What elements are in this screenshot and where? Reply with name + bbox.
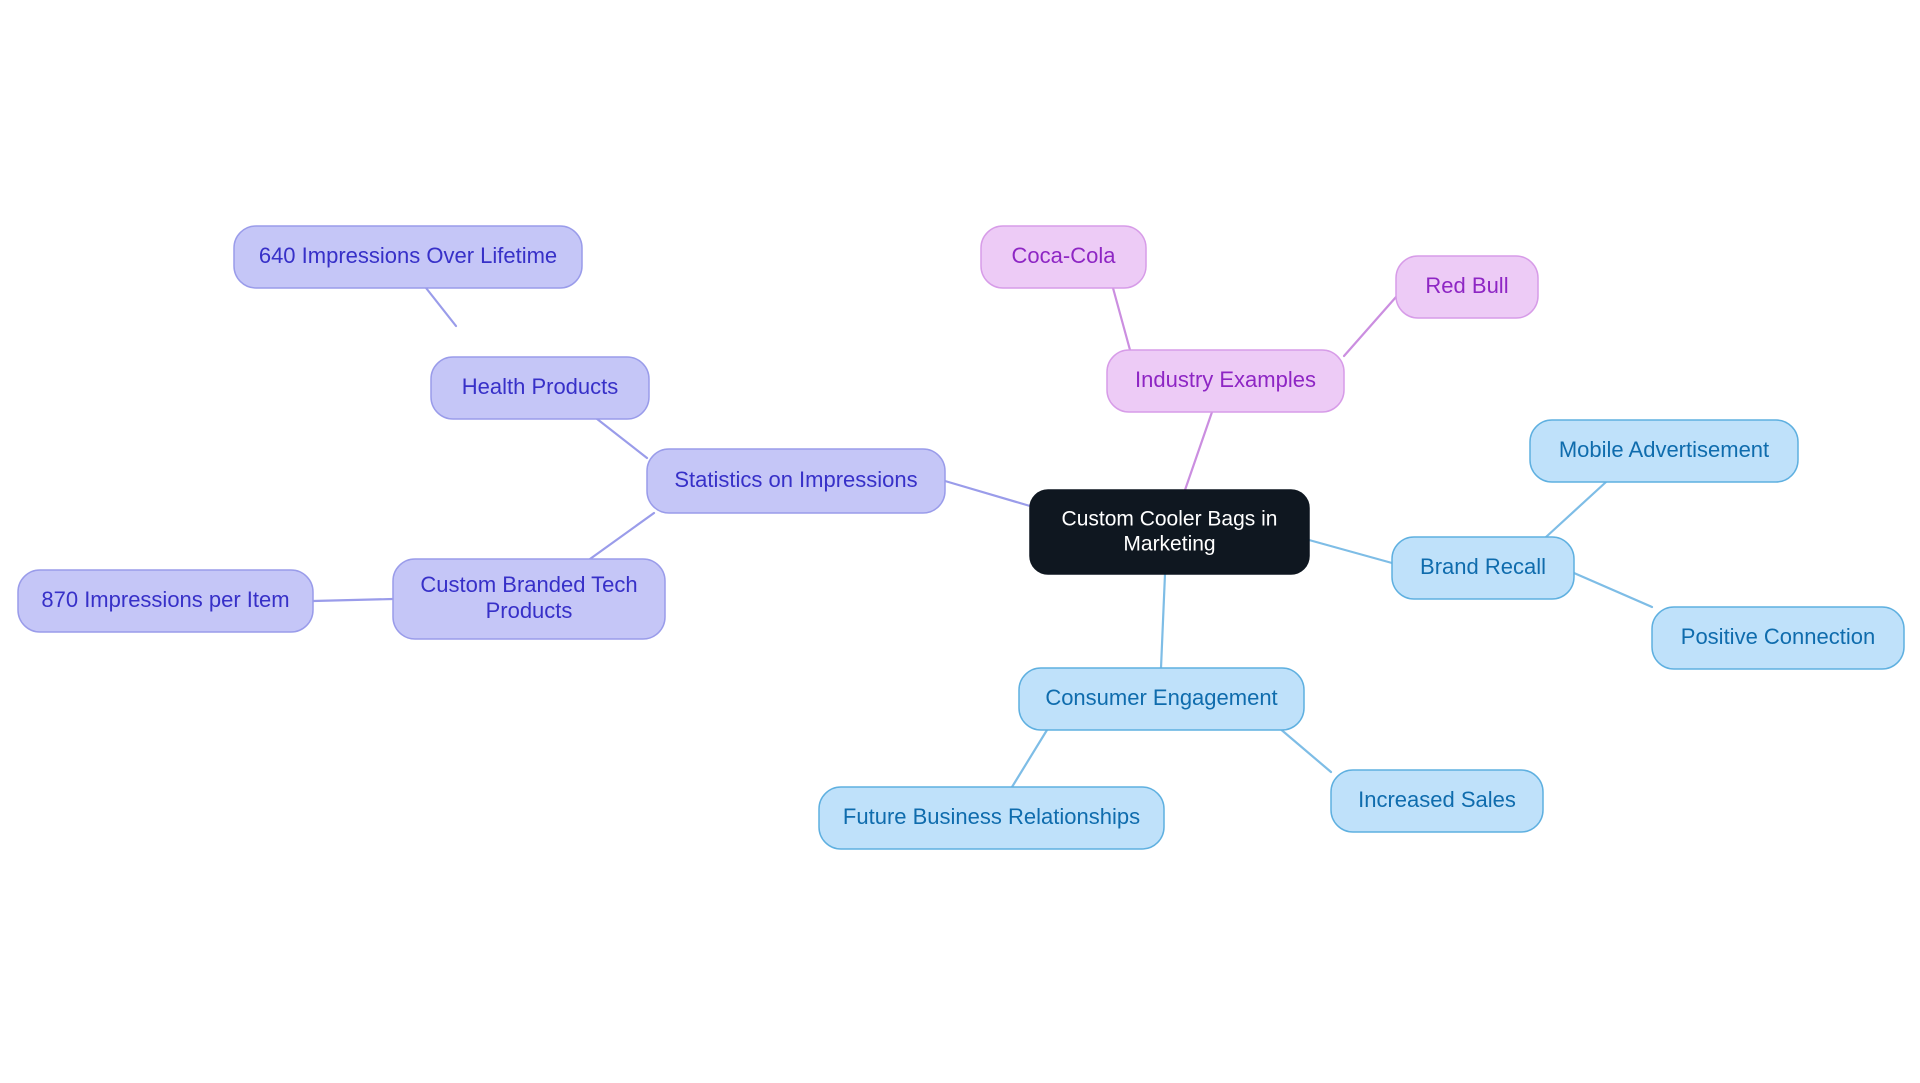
node-label-future-business-relationships: Future Business Relationships (843, 804, 1140, 829)
node-custom-branded-tech[interactable]: Custom Branded Tech Products (392, 558, 666, 640)
node-label-line: Increased Sales (1358, 787, 1516, 812)
node-label-industry-examples: Industry Examples (1135, 367, 1316, 392)
node-industry-examples[interactable]: Industry Examples (1106, 349, 1345, 413)
nodes-layer: Custom Cooler Bags in Marketing Statistics… (17, 225, 1905, 850)
edge-brand-positive (1572, 571, 1654, 609)
node-impressions-640[interactable]: 640 Impressions Over Lifetime (233, 225, 583, 289)
node-label-line: Custom Branded Tech (420, 572, 637, 597)
edge-industry-redbull (1342, 295, 1398, 358)
node-consumer-engagement[interactable]: Consumer Engagement (1018, 667, 1305, 731)
node-label-line: Custom Cooler Bags in (1062, 507, 1278, 530)
node-label-line: 640 Impressions Over Lifetime (259, 243, 557, 268)
node-label-line: Industry Examples (1135, 367, 1316, 392)
node-health-products[interactable]: Health Products (430, 356, 650, 420)
node-mobile-advertisement[interactable]: Mobile Advertisement (1529, 419, 1799, 483)
edges-layer (311, 258, 1654, 789)
node-label-line: Consumer Engagement (1045, 685, 1277, 710)
mindmap-canvas: Custom Cooler Bags in Marketing Statistics… (0, 0, 1920, 1083)
edge-root-brand (1307, 538, 1394, 565)
edge-root-consumer (1159, 572, 1167, 670)
node-label-line: Red Bull (1425, 273, 1508, 298)
node-statistics[interactable]: Statistics on Impressions (646, 448, 946, 514)
edge-statistics-tech (588, 511, 656, 561)
node-label-mobile-advertisement: Mobile Advertisement (1559, 437, 1769, 462)
edge-root-statistics (943, 479, 1032, 508)
node-label-line: Products (486, 598, 573, 623)
node-label-brand-recall: Brand Recall (1420, 554, 1546, 579)
edge-consumer-future (1010, 728, 1049, 789)
node-increased-sales[interactable]: Increased Sales (1330, 769, 1544, 833)
node-label-line: Mobile Advertisement (1559, 437, 1769, 462)
node-label-red-bull: Red Bull (1425, 273, 1508, 298)
node-label-line: Brand Recall (1420, 554, 1546, 579)
node-root[interactable]: Custom Cooler Bags in Marketing (1029, 489, 1310, 575)
node-label-line: Coca-Cola (1012, 243, 1117, 268)
edge-consumer-sales (1276, 725, 1333, 774)
node-impressions-870[interactable]: 870 Impressions per Item (17, 569, 314, 633)
node-label-positive-connection: Positive Connection (1681, 624, 1875, 649)
node-label-line: Health Products (462, 374, 619, 399)
node-label-coca-cola: Coca-Cola (1012, 243, 1117, 268)
node-label-health-products: Health Products (462, 374, 619, 399)
edge-root-industry (1183, 410, 1214, 492)
node-label-line: Future Business Relationships (843, 804, 1140, 829)
node-label-statistics: Statistics on Impressions (674, 467, 917, 492)
node-label-line: 870 Impressions per Item (41, 587, 289, 612)
node-label-increased-sales: Increased Sales (1358, 787, 1516, 812)
node-label-line: Statistics on Impressions (674, 467, 917, 492)
node-red-bull[interactable]: Red Bull (1395, 255, 1539, 319)
node-label-consumer-engagement: Consumer Engagement (1045, 685, 1277, 710)
edge-industry-coca (1111, 286, 1132, 352)
node-label-impressions-640: 640 Impressions Over Lifetime (259, 243, 557, 268)
node-brand-recall[interactable]: Brand Recall (1391, 536, 1575, 600)
edge-brand-mobile (1544, 480, 1608, 539)
node-label-impressions-870: 870 Impressions per Item (41, 587, 289, 612)
node-label-line: Marketing (1123, 532, 1215, 555)
node-coca-cola[interactable]: Coca-Cola (980, 225, 1147, 289)
node-positive-connection[interactable]: Positive Connection (1651, 606, 1905, 670)
mindmap-svg: Custom Cooler Bags in Marketing Statistics… (17, 225, 1905, 850)
node-label-line: Positive Connection (1681, 624, 1875, 649)
edge-tech-870 (311, 597, 395, 603)
node-future-business-relationships[interactable]: Future Business Relationships (818, 786, 1165, 850)
